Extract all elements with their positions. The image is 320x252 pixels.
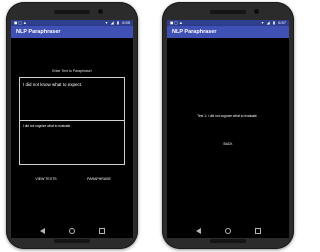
back-icon[interactable] [40, 228, 45, 234]
battery-icon: ▮ [116, 20, 120, 25]
prompt-label: Enter Text to Paraphrase! [52, 69, 92, 73]
battery-icon: ▮ [272, 20, 276, 25]
phone-frame-left: ◼ ◻ ▲ ▾ ◢ ▮ 6:55 NLP Paraphraser Enter T… [6, 2, 138, 249]
result-text: Text 1: I did not cognize what to evalua… [197, 114, 259, 118]
clock: 6:55 [122, 20, 130, 25]
app-bar: NLP Paraphraser [167, 26, 289, 38]
screen-results: ◼ ◻ ▲ ▾ ◢ ▮ 6:57 NLP Paraphraser Text 1:… [167, 20, 289, 238]
front-camera [98, 9, 103, 14]
back-button[interactable]: BACK [167, 142, 289, 146]
paraphrase-button[interactable]: PARAPHRASE [79, 177, 119, 181]
front-camera [254, 9, 259, 14]
back-icon[interactable] [196, 228, 201, 234]
screen-input: ◼ ◻ ▲ ▾ ◢ ▮ 6:55 NLP Paraphraser Enter T… [11, 20, 133, 238]
recent-apps-icon[interactable] [255, 228, 261, 234]
recent-apps-icon[interactable] [99, 228, 105, 234]
bottom-speaker [210, 239, 246, 243]
earpiece-speaker [210, 10, 246, 14]
app-title: NLP Paraphraser [16, 29, 61, 35]
paraphrase-input[interactable]: I did not know what to expect. [19, 77, 125, 121]
clock: 6:57 [278, 20, 286, 25]
nav-bar [167, 224, 289, 238]
paraphrase-output: I did not cognize what to evaluate . [19, 121, 125, 165]
signal-icon: ◢ [266, 20, 270, 25]
bottom-speaker [54, 239, 90, 243]
wifi-icon: ▾ [261, 20, 264, 25]
phone-frame-right: ◼ ◻ ▲ ▾ ◢ ▮ 6:57 NLP Paraphraser Text 1:… [162, 2, 294, 249]
app-title: NLP Paraphraser [172, 29, 217, 35]
earpiece-speaker [54, 10, 90, 14]
signal-icon: ◢ [110, 20, 114, 25]
home-icon[interactable] [225, 228, 231, 234]
app-bar: NLP Paraphraser [11, 26, 133, 38]
wifi-icon: ▾ [105, 20, 108, 25]
nav-bar [11, 224, 133, 238]
home-icon[interactable] [69, 228, 75, 234]
view-texts-button[interactable]: VIEW TEXTS [26, 177, 66, 181]
